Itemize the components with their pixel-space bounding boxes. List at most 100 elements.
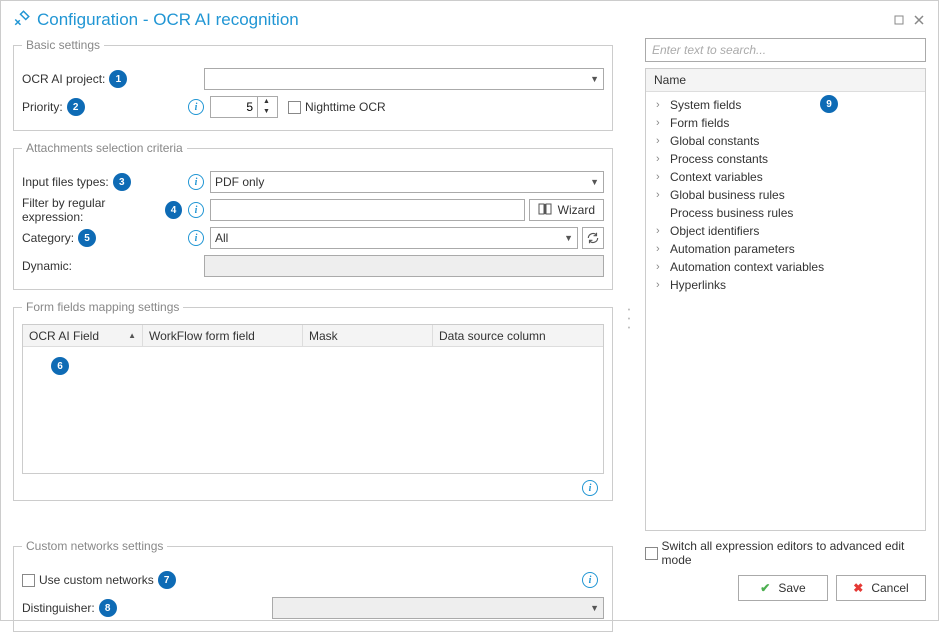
tree-item[interactable]: ›System fields <box>650 96 921 114</box>
spin-up[interactable]: ▲ <box>258 97 275 107</box>
sort-asc-icon: ▲ <box>128 331 136 340</box>
book-icon <box>538 203 552 218</box>
badge-3: 3 <box>113 173 131 191</box>
priority-stepper[interactable]: ▲▼ <box>210 96 278 118</box>
regex-label: Filter by regular expression:4 <box>22 196 182 224</box>
ocr-project-label: OCR AI project:1 <box>22 70 182 88</box>
ocr-project-dropdown[interactable]: ▼ <box>204 68 604 90</box>
window-title: Configuration - OCR AI recognition <box>37 10 886 30</box>
tree-item-label: Process business rules <box>670 206 793 220</box>
category-label: Category:5 <box>22 229 182 247</box>
mapping-grid[interactable]: OCR AI Field▲ WorkFlow form field Mask D… <box>22 324 604 474</box>
variables-tree: Name 9 ›System fields›Form fields›Global… <box>645 68 926 531</box>
wizard-button[interactable]: Wizard <box>529 199 604 221</box>
regex-input[interactable] <box>210 199 525 221</box>
tree-item-label: Automation parameters <box>670 242 795 256</box>
info-icon[interactable]: i <box>582 480 598 496</box>
info-icon[interactable]: i <box>188 202 204 218</box>
switch-editors-checkbox[interactable] <box>645 547 658 560</box>
tree-item[interactable]: ›Context variables <box>650 168 921 186</box>
distinguisher-label: Distinguisher:8 <box>22 599 132 617</box>
info-icon[interactable]: i <box>188 99 204 115</box>
tree-item-label: Hyperlinks <box>670 278 726 292</box>
close-button[interactable] <box>912 13 926 27</box>
attachments-group: Attachments selection criteria Input fil… <box>13 141 613 290</box>
mapping-group: Form fields mapping settings OCR AI Fiel… <box>13 300 613 501</box>
col-mask[interactable]: Mask <box>303 325 433 346</box>
chevron-down-icon: ▼ <box>564 233 573 243</box>
expand-arrow-icon[interactable]: › <box>656 225 670 237</box>
expand-arrow-icon[interactable]: › <box>656 261 670 273</box>
badge-9: 9 <box>820 95 838 113</box>
cancel-button[interactable]: ✖Cancel <box>836 575 926 601</box>
tree-item[interactable]: ›Hyperlinks <box>650 276 921 294</box>
mapping-legend: Form fields mapping settings <box>22 300 183 314</box>
expand-arrow-icon[interactable]: › <box>656 243 670 255</box>
expand-arrow-icon[interactable]: › <box>656 135 670 147</box>
input-types-label: Input files types:3 <box>22 173 182 191</box>
distinguisher-dropdown: ▼ <box>272 597 604 619</box>
tree-item[interactable]: ›Automation context variables <box>650 258 921 276</box>
search-input[interactable]: Enter text to search... <box>645 38 926 62</box>
basic-settings-group: Basic settings OCR AI project:1 ▼ Priori… <box>13 38 613 131</box>
chevron-down-icon: ▼ <box>590 603 599 613</box>
expand-arrow-icon[interactable]: › <box>656 171 670 183</box>
badge-8: 8 <box>99 599 117 617</box>
tree-item[interactable]: ›Form fields <box>650 114 921 132</box>
titlebar: Configuration - OCR AI recognition <box>1 1 938 38</box>
tree-item-label: System fields <box>670 98 741 112</box>
tree-item[interactable]: ›Object identifiers <box>650 222 921 240</box>
name-column-header[interactable]: Name <box>646 69 925 92</box>
badge-7: 7 <box>158 571 176 589</box>
use-custom-label: Use custom networks <box>39 573 154 587</box>
expand-arrow-icon[interactable]: › <box>656 153 670 165</box>
tree-item-label: Automation context variables <box>670 260 824 274</box>
badge-6: 6 <box>51 357 69 375</box>
tree-item-label: Process constants <box>670 152 768 166</box>
switch-editors-label: Switch all expression editors to advance… <box>662 539 926 567</box>
badge-5: 5 <box>78 229 96 247</box>
tree-item-label: Form fields <box>670 116 729 130</box>
col-workflow-field[interactable]: WorkFlow form field <box>143 325 303 346</box>
tree-item[interactable]: ›Automation parameters <box>650 240 921 258</box>
basic-legend: Basic settings <box>22 38 104 52</box>
tree-item[interactable]: ›Process constants <box>650 150 921 168</box>
custom-networks-group: Custom networks settings Use custom netw… <box>13 539 613 632</box>
nighttime-label: Nighttime OCR <box>305 100 386 114</box>
priority-label: Priority:2 <box>22 98 182 116</box>
badge-1: 1 <box>109 70 127 88</box>
col-ocr-field[interactable]: OCR AI Field▲ <box>23 325 143 346</box>
maximize-button[interactable] <box>892 13 906 27</box>
tree-item-label: Global constants <box>670 134 759 148</box>
info-icon[interactable]: i <box>582 572 598 588</box>
col-data-source[interactable]: Data source column <box>433 325 603 346</box>
dynamic-label: Dynamic: <box>22 259 182 273</box>
info-icon[interactable]: i <box>188 230 204 246</box>
expand-arrow-icon[interactable]: › <box>656 117 670 129</box>
tree-item[interactable]: ›Process business rules <box>650 204 921 222</box>
splitter[interactable]: ••• <box>627 38 631 601</box>
input-types-dropdown[interactable]: PDF only▼ <box>210 171 604 193</box>
tree-item[interactable]: ›Global constants <box>650 132 921 150</box>
chevron-down-icon: ▼ <box>590 74 599 84</box>
save-button[interactable]: ✔Save <box>738 575 828 601</box>
chevron-down-icon: ▼ <box>590 177 599 187</box>
use-custom-checkbox[interactable] <box>22 574 35 587</box>
badge-4: 4 <box>165 201 182 219</box>
priority-input[interactable] <box>211 100 257 114</box>
x-icon: ✖ <box>853 581 863 595</box>
expand-arrow-icon[interactable]: › <box>656 99 670 111</box>
tree-item-label: Global business rules <box>670 188 785 202</box>
category-dropdown[interactable]: All▼ <box>210 227 578 249</box>
attach-legend: Attachments selection criteria <box>22 141 187 155</box>
expand-arrow-icon[interactable]: › <box>656 189 670 201</box>
spin-down[interactable]: ▼ <box>258 107 275 117</box>
refresh-button[interactable] <box>582 227 604 249</box>
nighttime-checkbox[interactable] <box>288 101 301 114</box>
dynamic-field <box>204 255 604 277</box>
tools-icon <box>13 9 31 30</box>
badge-2: 2 <box>67 98 85 116</box>
tree-item[interactable]: ›Global business rules <box>650 186 921 204</box>
info-icon[interactable]: i <box>188 174 204 190</box>
expand-arrow-icon[interactable]: › <box>656 279 670 291</box>
